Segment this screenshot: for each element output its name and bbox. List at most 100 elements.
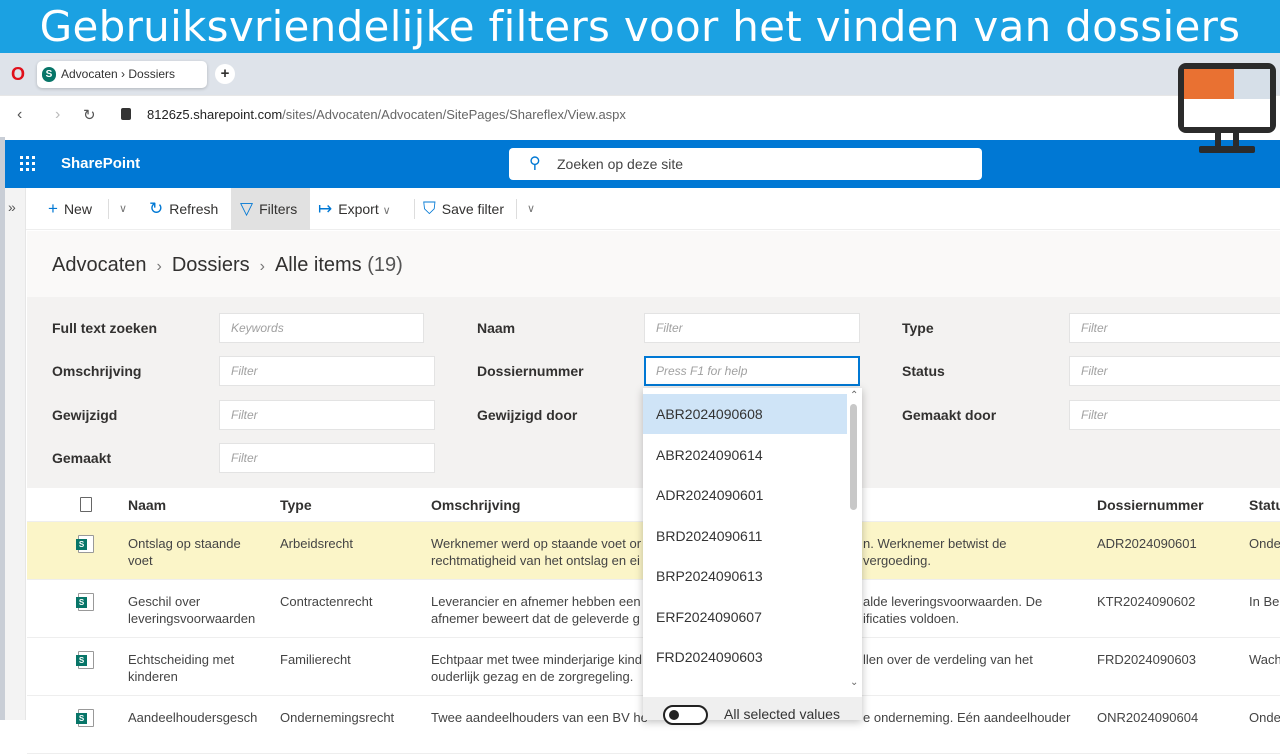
filter-label: Dossiernummer (477, 363, 584, 379)
dropdown-option[interactable]: BRD2024090611 (643, 516, 847, 556)
cell-type: Arbeidsrecht (280, 536, 353, 551)
dropdown-scrollbar[interactable] (850, 404, 857, 510)
filter-label: Full text zoeken (52, 320, 158, 336)
filter-input[interactable]: Keywords (219, 313, 424, 343)
column-status[interactable]: Status (1249, 497, 1280, 513)
dropdown-option[interactable]: ADR2024090601 (643, 475, 847, 515)
filter-input[interactable]: Press F1 for help (644, 356, 860, 386)
breadcrumb-list[interactable]: Dossiers (172, 254, 250, 276)
save-filter-label: Save filter (441, 201, 504, 217)
cell-omschrijving-continued: alde leveringsvoorwaarden. De ificaties … (863, 594, 1043, 626)
sharepoint-file-icon: S (76, 535, 94, 553)
cell-naam[interactable]: Ontslag op staande voet (128, 535, 268, 569)
refresh-button[interactable]: ↻ Refresh (149, 188, 218, 230)
column-dossiernummer[interactable]: Dossiernummer (1097, 497, 1204, 513)
breadcrumb-site[interactable]: Advocaten (52, 254, 147, 276)
filter-label: Gemaakt door (902, 407, 997, 423)
cell-omschrijving: Leverancier en afnemer hebben een afneme… (431, 594, 641, 626)
url-path: /sites/Advocaten/Advocaten/SitePages/Sha… (282, 107, 626, 122)
filter-label: Gewijzigd (52, 407, 118, 423)
new-label: New (63, 201, 92, 217)
chevron-down-icon: ∨ (382, 205, 391, 217)
refresh-icon: ↻ (149, 199, 164, 218)
sharepoint-favicon-icon: S (42, 67, 56, 82)
filter-label: Status (902, 363, 945, 379)
filter-input[interactable]: Filter (219, 443, 435, 473)
more-chevron-icon[interactable]: ∨ (527, 188, 535, 230)
cell-naam[interactable]: Geschil over leveringsvoorwaarden (128, 593, 268, 627)
scroll-up-icon[interactable]: ⌃ (850, 390, 858, 401)
cell-status: Onde (1249, 710, 1280, 725)
dropdown-option[interactable]: ERF2024090607 (643, 597, 847, 637)
url-field[interactable]: 8126z5.sharepoint.com/sites/Advocaten/Ad… (147, 107, 626, 122)
file-type-icon (80, 497, 92, 512)
search-placeholder: Zoeken op deze site (557, 156, 684, 172)
filter-input[interactable]: Filter (1069, 356, 1280, 386)
expand-nav-icon[interactable]: » (8, 199, 16, 215)
opera-logo-icon: O (11, 64, 26, 84)
dropdown-option[interactable]: ABR2024090614 (643, 435, 847, 475)
cell-dossiernummer: ONR2024090604 (1097, 710, 1199, 725)
all-selected-values-toggle[interactable] (663, 705, 708, 725)
cell-status: Wach (1249, 652, 1280, 667)
cell-type: Familierecht (280, 652, 351, 667)
cell-dossiernummer: FRD2024090603 (1097, 652, 1197, 667)
filter-input[interactable]: Filter (1069, 400, 1280, 430)
dropdown-option[interactable]: ABR2024090608 (643, 394, 847, 434)
divider (414, 199, 415, 219)
sharepoint-file-icon: S (76, 651, 94, 669)
cell-omschrijving-continued: llen over de verdeling van het (863, 652, 1033, 667)
divider (516, 199, 517, 219)
column-omschrijving[interactable]: Omschrijving (431, 497, 520, 513)
app-launcher-icon[interactable] (20, 156, 36, 172)
new-button[interactable]: + New (48, 188, 92, 230)
left-nav-collapsed (5, 188, 26, 720)
cell-dossiernummer: KTR2024090602 (1097, 594, 1196, 609)
filters-button[interactable]: ▽ Filters (231, 188, 310, 230)
chevron-right-icon: › (156, 258, 162, 275)
filter-input[interactable]: Filter (219, 400, 435, 430)
column-type[interactable]: Type (280, 497, 312, 513)
filters-label: Filters (259, 201, 298, 217)
chevron-right-icon: › (259, 258, 265, 275)
app-name[interactable]: SharePoint (61, 155, 140, 172)
tab-title: Advocaten › Dossiers (61, 67, 176, 81)
filter-input[interactable]: Filter (219, 356, 435, 386)
forward-icon[interactable]: › (55, 106, 60, 124)
scroll-down-icon[interactable]: ⌄ (850, 677, 858, 688)
filter-label: Type (902, 320, 934, 336)
export-label: Export (338, 201, 379, 217)
cell-status: In Bel (1249, 594, 1280, 609)
column-naam[interactable]: Naam (128, 497, 166, 513)
reload-icon[interactable]: ↻ (83, 106, 96, 124)
search-icon: ⚲ (529, 155, 541, 172)
site-search-input[interactable]: ⚲ Zoeken op deze site (509, 148, 982, 180)
sharepoint-file-icon: S (76, 709, 94, 727)
filter-label: Omschrijving (52, 363, 142, 379)
back-icon[interactable]: ‹ (17, 106, 22, 124)
filter-label: Gewijzigd door (477, 407, 578, 423)
url-host: 8126z5.sharepoint.com (147, 107, 283, 122)
new-tab-button[interactable]: + (215, 64, 235, 84)
breadcrumb-view[interactable]: Alle items (275, 254, 362, 276)
lock-icon (121, 108, 131, 120)
filter-label: Naam (477, 320, 516, 336)
filter-input[interactable]: Filter (1069, 313, 1280, 343)
save-filter-button[interactable]: ⛉ Save filter (423, 188, 504, 230)
cell-omschrijving-continued: e onderneming. Eén aandeelhouder (863, 710, 1071, 725)
cell-status: Onde (1249, 536, 1280, 551)
dropdown-option[interactable]: BRP2024090613 (643, 556, 847, 596)
filter-input[interactable]: Filter (644, 313, 860, 343)
cell-omschrijving-continued: n. Werknemer betwist de vergoeding. (863, 536, 1007, 568)
export-icon: ↦ (318, 199, 333, 218)
dropdown-option[interactable]: FRD2024090603 (643, 637, 847, 677)
browser-tab[interactable]: S Advocaten › Dossiers (37, 61, 207, 88)
filter-icon: ▽ (240, 199, 254, 218)
bookmark-icon: ⛉ (423, 199, 436, 218)
cell-naam[interactable]: Aandeelhoudersgesch (128, 709, 268, 726)
export-button[interactable]: ↦ Export ∨ (318, 188, 391, 230)
plus-icon: + (48, 199, 58, 218)
dossiernummer-dropdown: ABR2024090608 ABR2024090614 ADR2024090601 B… (643, 388, 862, 720)
cell-naam[interactable]: Echtscheiding met kinderen (128, 651, 268, 685)
new-dropdown-chevron-icon[interactable]: ∨ (119, 188, 127, 230)
